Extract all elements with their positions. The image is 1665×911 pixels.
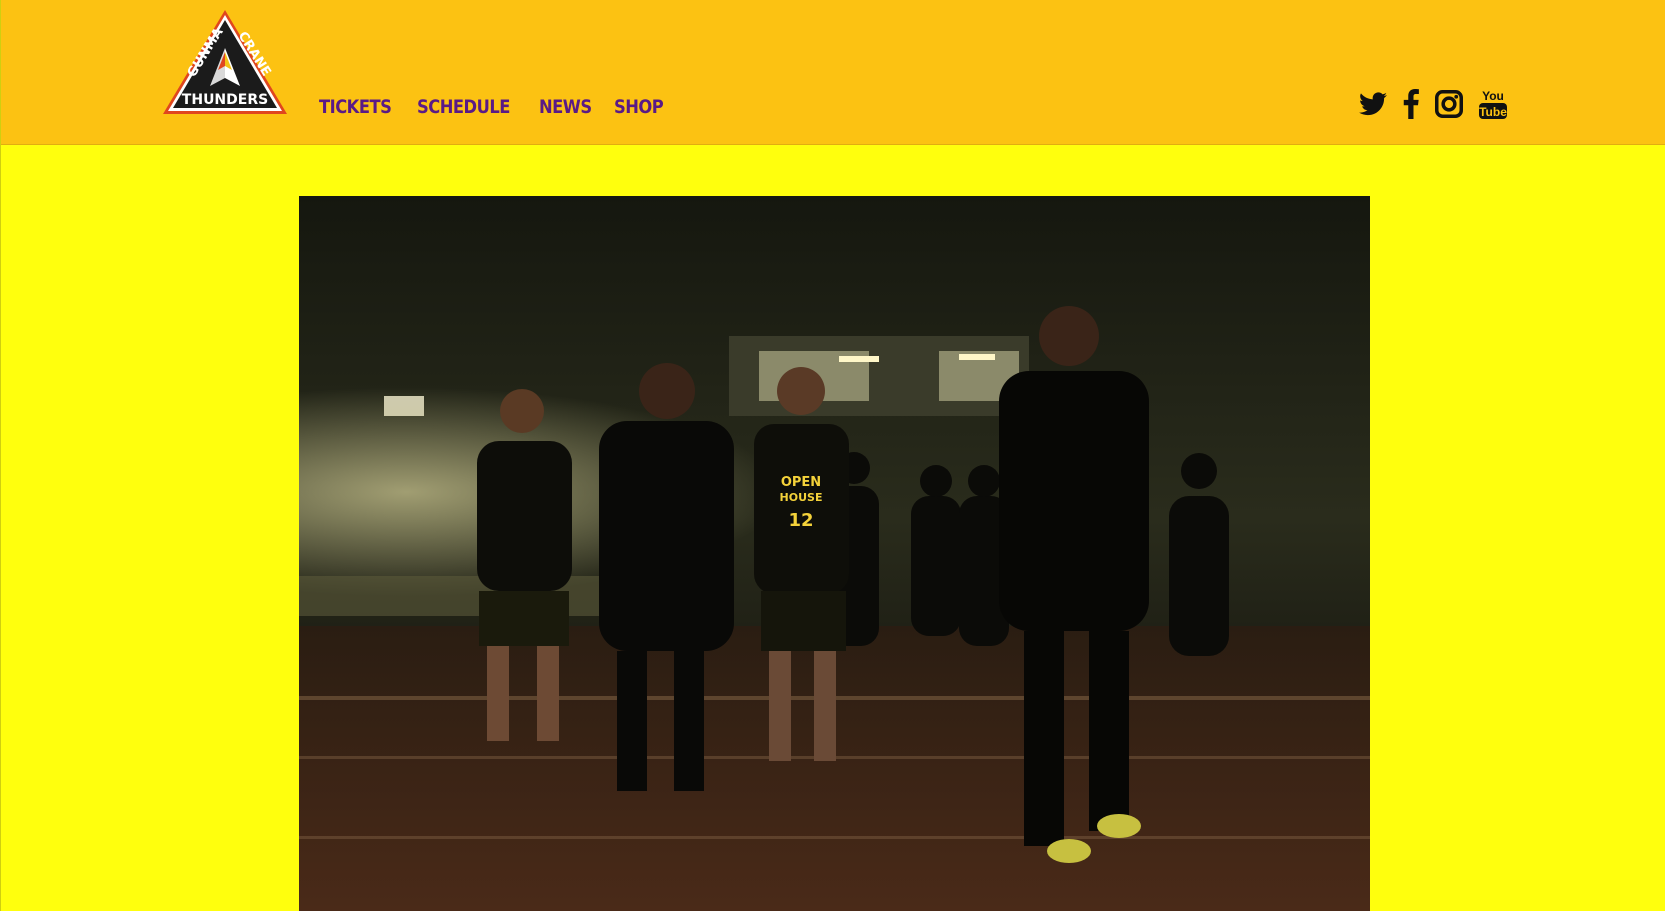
nav-item-news[interactable]: NEWS (539, 96, 592, 118)
nav-item-schedule[interactable]: SCHEDULE (417, 96, 510, 118)
hero-image: OPEN HOUSE 12 (299, 196, 1370, 911)
nav-item-shop[interactable]: SHOP (614, 96, 664, 118)
twitter-link[interactable] (1359, 92, 1387, 116)
main-nav: TICKETS SCHEDULE NEWS SHOP (319, 96, 666, 118)
jersey-number: 12 (788, 510, 813, 531)
jersey-text-open: OPEN (781, 475, 821, 490)
team-logo-link[interactable]: GUNMA CRANE THUNDERS (160, 8, 290, 120)
jersey-text-house: HOUSE (780, 491, 823, 504)
youtube-text-you: You (1482, 89, 1504, 103)
social-links: You Tube (1359, 88, 1507, 120)
youtube-link[interactable]: You Tube (1479, 88, 1507, 120)
facebook-icon (1403, 89, 1419, 119)
twitter-icon (1359, 92, 1387, 116)
logo-text-thunders: THUNDERS (182, 92, 268, 108)
team-logo-icon: GUNMA CRANE THUNDERS (163, 10, 287, 114)
site-header: GUNMA CRANE THUNDERS TICKETS SCHEDULE NE… (1, 0, 1665, 145)
youtube-icon: You Tube (1479, 89, 1507, 119)
instagram-link[interactable] (1435, 90, 1463, 118)
team-photo-image: OPEN HOUSE 12 (299, 196, 1370, 911)
instagram-icon (1435, 90, 1463, 118)
nav-item-tickets[interactable]: TICKETS (319, 96, 392, 118)
page: GUNMA CRANE THUNDERS TICKETS SCHEDULE NE… (0, 0, 1665, 911)
youtube-text-tube: Tube (1479, 105, 1507, 119)
facebook-link[interactable] (1403, 89, 1419, 119)
